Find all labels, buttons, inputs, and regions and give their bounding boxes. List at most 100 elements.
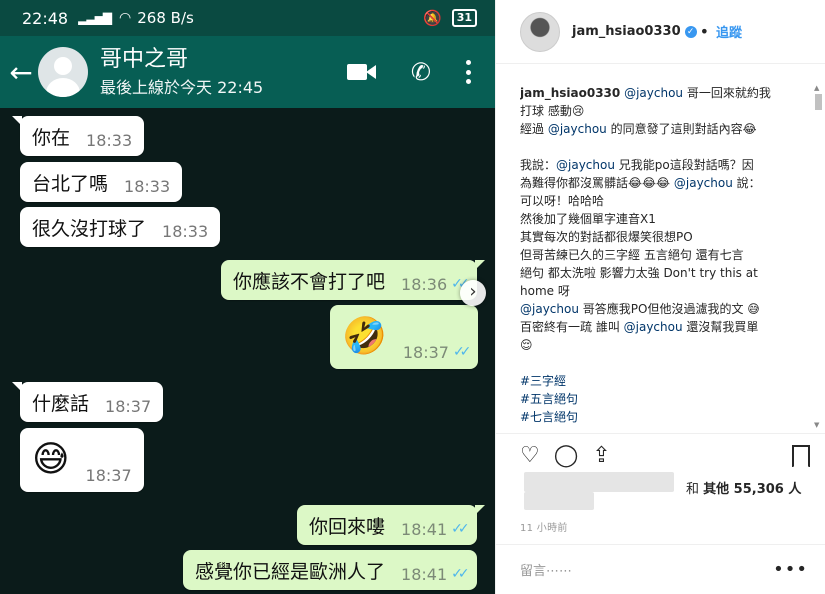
video-call-icon[interactable] bbox=[346, 62, 377, 82]
phone-status-bar: 22:48 ▂▃▅▇ ◠ 268 B/s 🔕 31 bbox=[0, 0, 495, 36]
mention-link[interactable]: @jaychou bbox=[520, 302, 579, 316]
caption-text: 的同意發了這則對話內容😂 bbox=[606, 122, 757, 136]
contact-name: 哥中之哥 bbox=[100, 47, 189, 72]
arrow-left-icon[interactable]: ← bbox=[4, 56, 38, 89]
instagram-post-panel: jam_hsiao0330 ✓ • 追蹤 jam_hsiao0330 @jayc… bbox=[495, 0, 825, 594]
caption-text: 還沒幫我買單 bbox=[682, 320, 759, 334]
heart-icon[interactable]: ♡ bbox=[520, 443, 540, 468]
blurred-likers bbox=[524, 492, 594, 510]
mention-link[interactable]: @jaychou bbox=[624, 320, 683, 334]
message-text: 感覺你已經是歐洲人了 bbox=[195, 560, 386, 583]
comment-icon[interactable]: ◯ bbox=[554, 443, 579, 468]
status-time: 22:48 bbox=[22, 8, 69, 28]
read-ticks-icon: ✓✓ bbox=[451, 521, 470, 537]
message-bubble-outgoing: 你應該不會打了吧 18:36 ✓✓ bbox=[221, 260, 485, 300]
caption-text: 其實每次的對話都很爆笑很想PO bbox=[520, 230, 693, 244]
caption-text: 我說： bbox=[520, 158, 557, 172]
read-ticks-icon: ✓✓ bbox=[451, 566, 470, 582]
caption-text: 為難得你都沒罵髒話😂😂😂 bbox=[520, 176, 674, 190]
caption-text: 經過 bbox=[520, 122, 548, 136]
likes-count[interactable]: 和 其他 55,306 人 bbox=[686, 478, 801, 497]
data-rate: 268 B/s bbox=[137, 9, 194, 27]
battery-icon: 31 bbox=[451, 9, 477, 27]
more-options-icon[interactable] bbox=[465, 60, 471, 84]
message-bubble-incoming: 台北了嗎 18:33 bbox=[20, 162, 183, 202]
more-options-icon[interactable]: ••• bbox=[773, 559, 808, 580]
whatsapp-chat-screenshot: 22:48 ▂▃▅▇ ◠ 268 B/s 🔕 31 ← 哥中之哥 最後上線於今天… bbox=[0, 0, 495, 594]
caption-text: 但哥苦練已久的三字經 五言絕句 還有七言 bbox=[520, 248, 744, 262]
user-avatar[interactable] bbox=[520, 11, 560, 52]
post-caption: jam_hsiao0330 @jaychou 哥一回來就約我 打球 感動😢 經過… bbox=[520, 84, 790, 434]
mention-link[interactable]: @jaychou bbox=[674, 176, 733, 190]
caption-text: 百密終有一疏 誰叫 bbox=[520, 320, 624, 334]
caption-text: 😌 bbox=[520, 338, 533, 352]
message-time: 18:41 bbox=[401, 519, 448, 539]
message-time: 18:33 bbox=[86, 130, 133, 150]
mute-bell-icon: 🔕 bbox=[423, 9, 442, 27]
message-text: 你應該不會打了吧 bbox=[233, 270, 386, 293]
message-bubble-outgoing: 你回來嘍 18:41 ✓✓ bbox=[297, 505, 485, 545]
scroll-thumb[interactable] bbox=[815, 94, 822, 110]
message-time: 18:33 bbox=[124, 176, 171, 196]
caption-text: 打球 感動😢 bbox=[520, 104, 585, 118]
comment-input[interactable]: 留言⋯⋯ bbox=[520, 560, 572, 579]
separator-dot: • bbox=[699, 22, 710, 41]
message-bubble-incoming: 😅 18:37 bbox=[20, 428, 144, 492]
contact-avatar[interactable] bbox=[38, 47, 88, 97]
message-bubble-outgoing: 🤣 18:37 ✓✓ bbox=[330, 305, 479, 369]
message-time: 18:36 bbox=[401, 274, 448, 294]
scroll-down-icon[interactable]: ▼ bbox=[814, 421, 819, 429]
rofl-emoji-icon: 🤣 bbox=[342, 316, 387, 357]
message-text: 什麼話 bbox=[32, 392, 90, 415]
message-text: 你回來嘍 bbox=[309, 515, 386, 538]
message-time: 18:41 bbox=[401, 564, 448, 584]
chat-header: ← 哥中之哥 最後上線於今天 22:45 ✆ bbox=[0, 36, 495, 108]
message-text: 台北了嗎 bbox=[32, 172, 109, 195]
mention-link[interactable]: @jaychou bbox=[624, 86, 683, 100]
caption-text: 哥答應我PO但他沒過濾我的文 😅 bbox=[578, 302, 760, 316]
message-bubble-outgoing: 感覺你已經是歐洲人了 18:41 ✓✓ bbox=[183, 550, 477, 590]
post-username[interactable]: jam_hsiao0330 bbox=[572, 24, 681, 39]
post-header: jam_hsiao0330 ✓ • 追蹤 bbox=[496, 0, 825, 64]
post-timestamp: 11 小時前 bbox=[520, 523, 568, 534]
comment-bar: 留言⋯⋯ ••• bbox=[496, 544, 825, 594]
message-time: 18:37 bbox=[105, 396, 152, 416]
message-list: 你在 18:33 台北了嗎 18:33 很久沒打球了 18:33 你應該不會打了… bbox=[0, 108, 495, 594]
hashtag-link[interactable]: #三字經 bbox=[520, 372, 790, 390]
contact-info[interactable]: 哥中之哥 最後上線於今天 22:45 bbox=[100, 46, 263, 98]
caption-scrollbar[interactable]: ▲ ▼ bbox=[813, 84, 823, 429]
last-seen: 最後上線於今天 22:45 bbox=[100, 78, 264, 97]
message-bubble-incoming: 很久沒打球了 18:33 bbox=[20, 207, 221, 247]
carousel-next-icon[interactable]: › bbox=[460, 280, 486, 306]
caption-text: home 呀 bbox=[520, 284, 570, 298]
caption-username[interactable]: jam_hsiao0330 bbox=[520, 86, 620, 100]
share-icon[interactable]: ⇪ bbox=[592, 443, 610, 468]
read-ticks-icon: ✓✓ bbox=[452, 344, 472, 360]
blurred-likers bbox=[524, 472, 674, 492]
message-bubble-incoming: 什麼話 18:37 bbox=[11, 382, 164, 422]
signal-icon: ▂▃▅▇ bbox=[78, 11, 112, 25]
follow-button[interactable]: 追蹤 bbox=[716, 22, 742, 41]
hashtag-link[interactable]: #七言絕句 bbox=[520, 408, 790, 426]
message-time: 18:37 bbox=[85, 465, 132, 485]
wifi-icon: ◠ bbox=[119, 10, 132, 26]
message-time: 18:33 bbox=[162, 221, 209, 241]
message-time: 18:37 bbox=[402, 342, 449, 362]
caption-text: 然後加了幾個單字連音X1 bbox=[520, 212, 656, 226]
bookmark-icon[interactable] bbox=[792, 444, 810, 468]
screenshot-root: 22:48 ▂▃▅▇ ◠ 268 B/s 🔕 31 ← 哥中之哥 最後上線於今天… bbox=[0, 0, 825, 594]
mention-link[interactable]: @jaychou bbox=[556, 158, 615, 172]
hashtag-link[interactable]: #五言絕句 bbox=[520, 390, 790, 408]
message-text: 很久沒打球了 bbox=[32, 217, 147, 240]
caption-text: 兄我能po這段對話嗎？因 bbox=[614, 158, 754, 172]
sweat-smile-emoji-icon: 😅 bbox=[32, 439, 70, 480]
scroll-up-icon[interactable]: ▲ bbox=[814, 84, 819, 92]
likes-summary: 和 其他 55,306 人 bbox=[512, 470, 812, 514]
caption-text: 說： bbox=[732, 176, 761, 190]
phone-call-icon[interactable]: ✆ bbox=[411, 58, 431, 86]
caption-text: 可以呀！哈哈哈 bbox=[520, 194, 605, 208]
message-bubble-incoming: 你在 18:33 bbox=[11, 116, 145, 156]
caption-text: 絕句 都太洗啦 影響力太強 Don't try this at bbox=[520, 266, 758, 280]
mention-link[interactable]: @jaychou bbox=[548, 122, 607, 136]
caption-text: 哥一回來就約我 bbox=[683, 86, 771, 100]
